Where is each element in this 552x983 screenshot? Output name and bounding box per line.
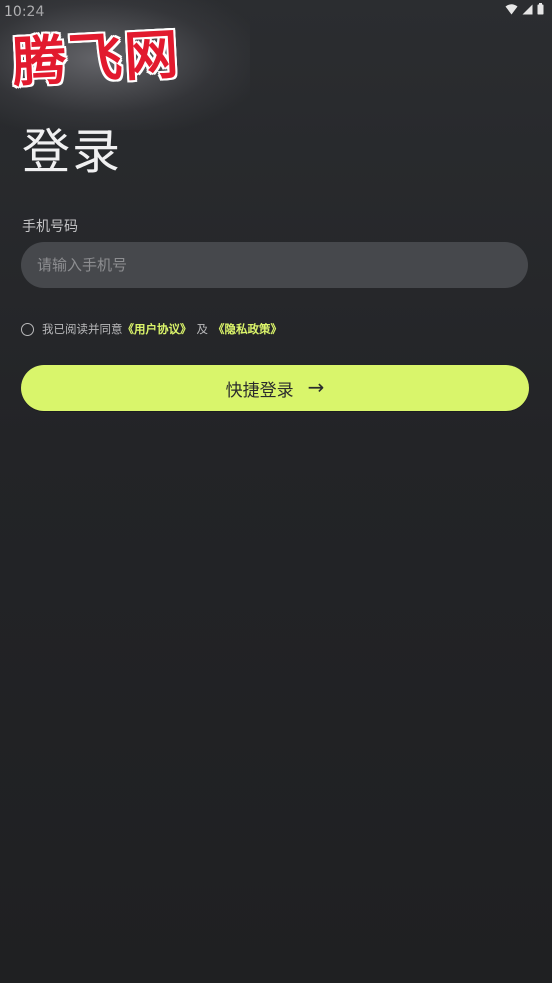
agreement-row: 我已阅读并同意 《用户协议》 及 《隐私政策》 [21,321,282,337]
arrow-right-icon: → [307,375,325,399]
quick-login-button[interactable]: 快捷登录 → [21,365,529,411]
battery-icon [537,3,544,15]
signal-icon [522,4,533,15]
status-time: 10:24 [4,4,45,20]
user-agreement-link[interactable]: 《用户协议》 [123,321,192,337]
status-bar: 10:24 [0,0,552,24]
page-title: 登录 [22,124,123,180]
agreement-checkbox[interactable] [21,322,34,336]
wifi-icon [505,3,518,15]
phone-label: 手机号码 [22,219,78,235]
agreement-joiner: 及 [196,322,209,336]
phone-input[interactable] [21,242,528,288]
status-icons [505,3,544,15]
agreement-prefix: 我已阅读并同意 [42,322,123,336]
privacy-policy-link[interactable]: 《隐私政策》 [213,321,282,337]
quick-login-label: 快捷登录 [225,380,294,401]
